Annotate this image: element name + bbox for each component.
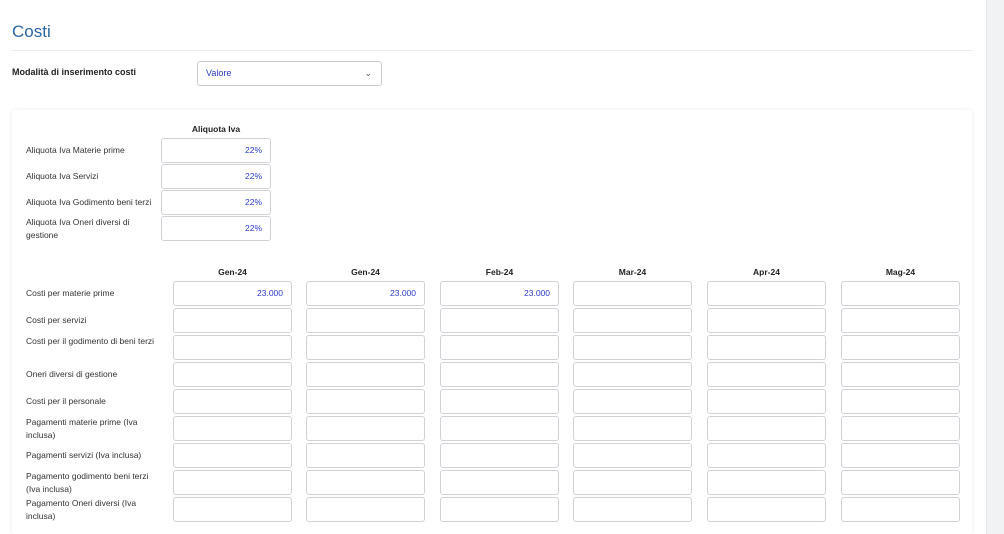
cost-row-label: Costi per servizi <box>26 315 87 325</box>
cost-input[interactable] <box>841 443 960 468</box>
cost-input[interactable] <box>306 335 425 360</box>
cost-input[interactable] <box>173 308 292 333</box>
cost-row-label: Pagamento Oneri diversi (Iva inclusa) <box>26 498 137 521</box>
cost-input[interactable] <box>440 470 559 495</box>
cost-input[interactable] <box>573 470 692 495</box>
cost-input[interactable] <box>841 389 960 414</box>
cost-input[interactable] <box>841 497 960 522</box>
month-header: Mag-24 <box>885 267 916 277</box>
cost-input[interactable] <box>173 470 292 495</box>
cost-input[interactable] <box>173 497 292 522</box>
cost-input[interactable] <box>841 281 960 306</box>
cost-row-label: Pagamenti servizi (Iva inclusa) <box>26 450 142 460</box>
month-header: Mar-24 <box>618 267 647 277</box>
cost-input[interactable] <box>306 470 425 495</box>
vat-rate-input[interactable]: 22% <box>161 216 271 241</box>
vat-rate-input[interactable]: 22% <box>161 164 271 189</box>
cost-input[interactable] <box>440 335 559 360</box>
cost-input[interactable] <box>173 389 292 414</box>
cost-input[interactable] <box>707 497 826 522</box>
cost-input[interactable] <box>173 335 292 360</box>
cost-input[interactable] <box>573 497 692 522</box>
page-scrollbar[interactable] <box>986 0 1004 534</box>
cost-input[interactable] <box>173 443 292 468</box>
cost-row-label: Costi per il godimento di beni terzi <box>26 336 155 346</box>
month-header: Apr-24 <box>753 267 780 277</box>
cost-input[interactable] <box>306 389 425 414</box>
cost-input[interactable] <box>841 362 960 387</box>
cost-input[interactable] <box>841 308 960 333</box>
cost-row-label: Pagamento godimento beni terzi (Iva incl… <box>26 471 149 494</box>
cost-input[interactable] <box>707 281 826 306</box>
vat-rate-input[interactable]: 22% <box>161 138 271 163</box>
cost-input[interactable]: 23.000 <box>173 281 292 306</box>
cost-input[interactable] <box>573 362 692 387</box>
cost-input[interactable] <box>841 416 960 441</box>
cost-row-label: Oneri diversi di gestione <box>26 369 118 379</box>
vat-rate-input[interactable]: 22% <box>161 190 271 215</box>
mode-select-value: Valore <box>206 68 232 78</box>
cost-input[interactable] <box>573 389 692 414</box>
cost-input[interactable] <box>707 308 826 333</box>
month-header: Feb-24 <box>485 267 514 277</box>
cost-input[interactable] <box>707 389 826 414</box>
cost-row-label: Pagamenti materie prime (Iva inclusa) <box>26 417 138 440</box>
vat-row-label: Aliquota Iva Materie prime <box>26 145 125 155</box>
mode-select[interactable]: Valore ⌄ <box>197 61 382 86</box>
cost-input[interactable] <box>707 335 826 360</box>
vat-row-label: Aliquota Iva Godimento beni terzi <box>26 197 152 207</box>
vat-row-label: Aliquota Iva Oneri diversi di gestione <box>26 217 130 240</box>
cost-input[interactable]: 23.000 <box>440 281 559 306</box>
chevron-down-icon: ⌄ <box>364 68 372 78</box>
cost-input[interactable] <box>573 335 692 360</box>
cost-input[interactable] <box>707 416 826 441</box>
cost-input[interactable] <box>573 443 692 468</box>
month-header: Gen-24 <box>218 267 247 277</box>
cost-input[interactable] <box>707 443 826 468</box>
cost-input[interactable] <box>440 308 559 333</box>
cost-input[interactable] <box>306 308 425 333</box>
cost-input[interactable] <box>306 362 425 387</box>
vat-column-header: Aliquota Iva <box>191 124 241 134</box>
cost-row-label: Costi per il personale <box>26 396 106 406</box>
cost-input[interactable] <box>173 362 292 387</box>
cost-input[interactable] <box>440 416 559 441</box>
cost-input[interactable] <box>573 416 692 441</box>
cost-input[interactable] <box>440 497 559 522</box>
vat-row-label: Aliquota Iva Servizi <box>26 171 99 181</box>
month-header: Gen-24 <box>351 267 380 277</box>
cost-input[interactable] <box>440 362 559 387</box>
cost-input[interactable] <box>573 281 692 306</box>
cost-row-label: Costi per materie prime <box>26 288 115 298</box>
cost-input[interactable] <box>306 497 425 522</box>
costs-card: Aliquota Iva Aliquota Iva Materie prime 22… <box>12 110 972 534</box>
cost-input[interactable] <box>573 308 692 333</box>
cost-input[interactable] <box>440 389 559 414</box>
title-divider <box>12 50 972 51</box>
cost-input[interactable] <box>440 443 559 468</box>
cost-input[interactable]: 23.000 <box>306 281 425 306</box>
mode-label: Modalità di inserimento costi <box>12 67 137 77</box>
cost-input[interactable] <box>306 443 425 468</box>
cost-input[interactable] <box>841 335 960 360</box>
cost-input[interactable] <box>173 416 292 441</box>
cost-input[interactable] <box>707 362 826 387</box>
cost-input[interactable] <box>306 416 425 441</box>
cost-input[interactable] <box>707 470 826 495</box>
cost-input[interactable] <box>841 470 960 495</box>
page-title: Costi <box>12 22 51 41</box>
